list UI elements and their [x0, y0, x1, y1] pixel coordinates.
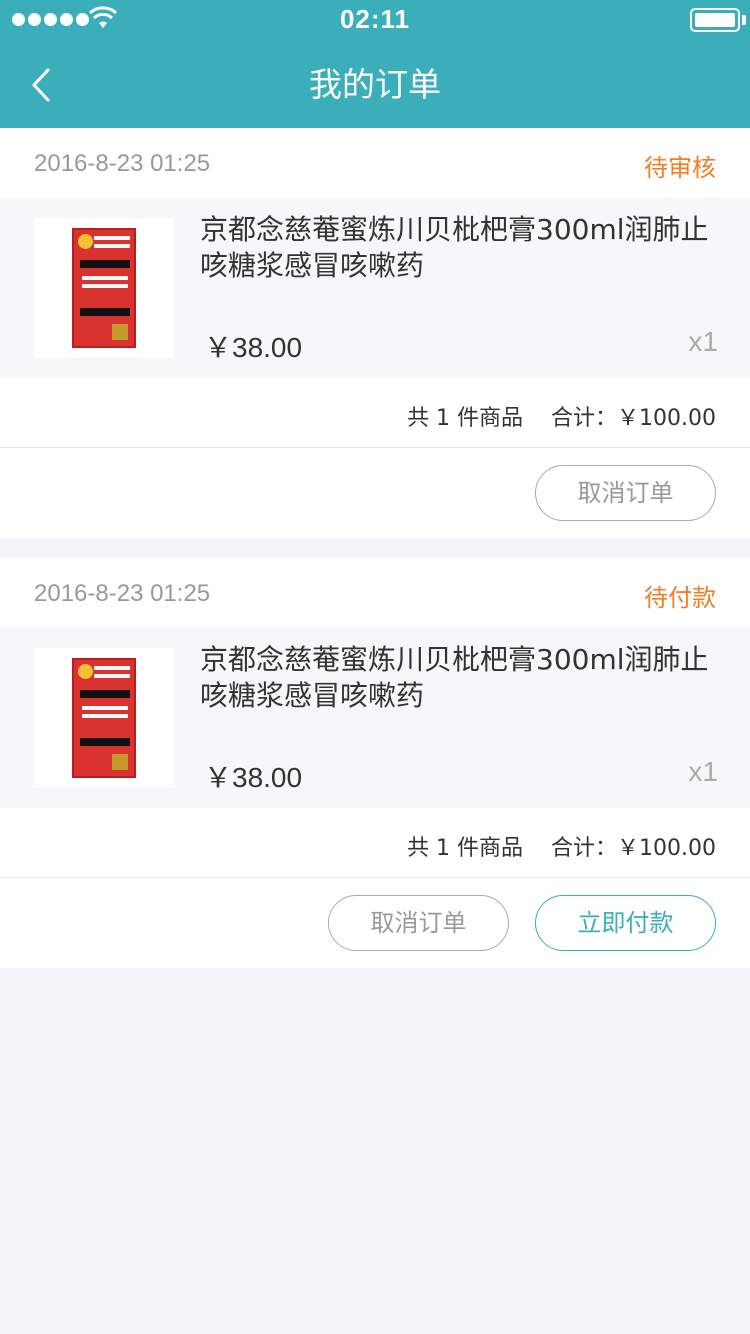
product-quantity: x1 — [688, 326, 718, 357]
medicine-box-image — [72, 658, 136, 778]
order-header: 2016-8-23 01:25 待审核 — [0, 128, 750, 198]
product-name: 京都念慈菴蜜炼川贝枇杷膏300ml润肺止咳糖浆感冒咳嗽药 — [200, 643, 709, 712]
cancel-order-button[interactable]: 取消订单 — [535, 465, 716, 521]
order-summary-text: 共 1 件商品 合计：￥100.00 — [407, 406, 716, 431]
medicine-box-image — [72, 228, 136, 348]
product-item[interactable]: 京都念慈菴蜜炼川贝枇杷膏300ml润肺止咳糖浆感冒咳嗽药 ￥38.00 x1 — [0, 628, 750, 808]
order-status: 待审核 — [644, 154, 716, 182]
product-name: 京都念慈菴蜜炼川贝枇杷膏300ml润肺止咳糖浆感冒咳嗽药 — [200, 213, 709, 282]
page-title: 我的订单 — [309, 65, 441, 104]
product-price: ￥38.00 — [204, 332, 303, 363]
pay-now-button[interactable]: 立即付款 — [535, 895, 716, 951]
product-price: ￥38.00 — [204, 762, 303, 793]
order-header: 2016-8-23 01:25 待付款 — [0, 558, 750, 628]
product-item[interactable]: 京都念慈菴蜜炼川贝枇杷膏300ml润肺止咳糖浆感冒咳嗽药 ￥38.00 x1 — [0, 198, 750, 378]
status-time: 02:11 — [339, 4, 411, 34]
status-bar: 02:11 — [0, 0, 750, 40]
order-actions: 取消订单 — [0, 448, 750, 538]
product-quantity: x1 — [688, 756, 718, 787]
order-summary-text: 共 1 件商品 合计：￥100.00 — [407, 836, 716, 861]
order-summary: 共 1 件商品 合计：￥100.00 — [0, 808, 750, 878]
order-card: 2016-8-23 01:25 待审核 京都念慈菴蜜炼川贝枇杷膏300ml润肺止… — [0, 128, 750, 538]
battery-tip — [742, 15, 746, 25]
order-summary: 共 1 件商品 合计：￥100.00 — [0, 378, 750, 448]
product-image — [34, 648, 174, 788]
app-header: 02:11 我的订单 — [0, 0, 750, 128]
battery-icon — [690, 8, 740, 32]
order-actions: 取消订单 立即付款 — [0, 878, 750, 968]
cancel-order-button[interactable]: 取消订单 — [328, 895, 509, 951]
order-card: 2016-8-23 01:25 待付款 京都念慈菴蜜炼川贝枇杷膏300ml润肺止… — [0, 558, 750, 968]
product-image — [34, 218, 174, 358]
order-status: 待付款 — [644, 584, 716, 612]
order-date: 2016-8-23 01:25 — [34, 580, 211, 607]
order-date: 2016-8-23 01:25 — [34, 150, 211, 177]
